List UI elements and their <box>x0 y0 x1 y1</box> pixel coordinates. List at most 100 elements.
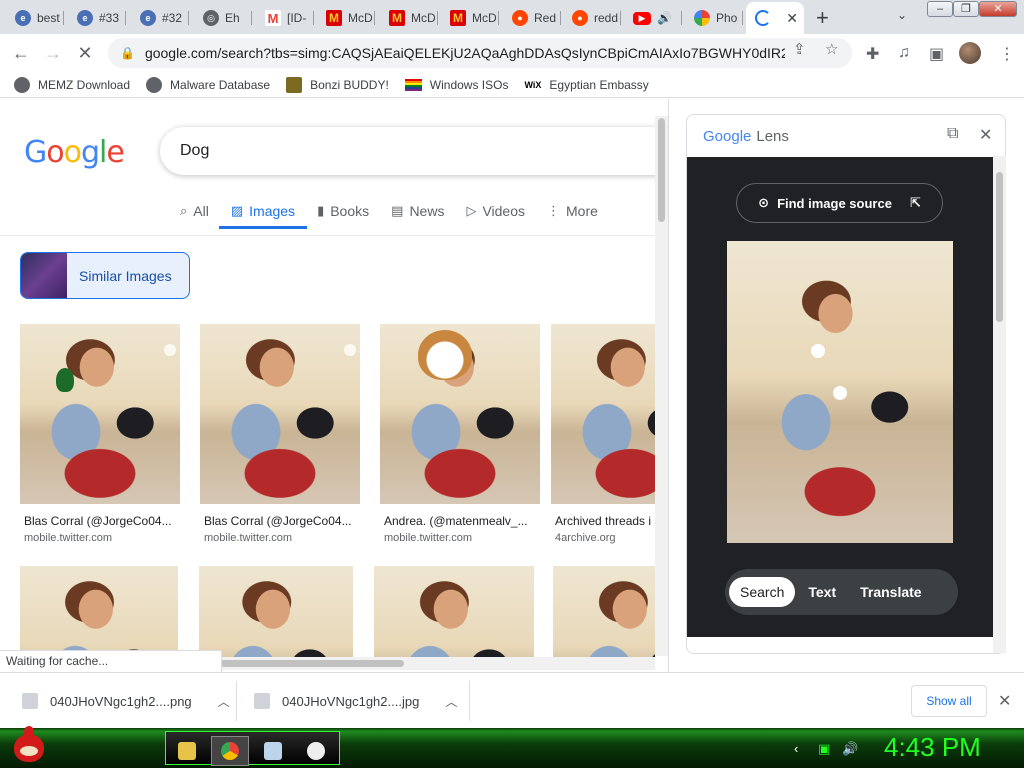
mode-text-button[interactable]: Text <box>797 577 847 607</box>
result-title[interactable]: Archived threads i <box>551 514 655 528</box>
window-close-icon[interactable]: ✕ <box>979 1 1017 17</box>
address-bar[interactable]: 🔒 google.com/search?tbs=simg:CAQSjAEaiQE… <box>108 38 852 68</box>
browser-tab[interactable]: M McD <box>317 4 375 32</box>
result-photo[interactable] <box>20 324 180 504</box>
image-result[interactable] <box>199 566 359 657</box>
result-photo[interactable] <box>20 566 178 657</box>
browser-tab-active[interactable]: ✕ <box>746 2 804 34</box>
image-result[interactable]: Archived threads i 4archive.org <box>551 324 655 544</box>
profile-avatar[interactable] <box>959 42 981 64</box>
share-icon[interactable]: ⇪ <box>793 40 806 58</box>
result-photo[interactable] <box>553 566 655 657</box>
result-photo[interactable] <box>374 566 534 657</box>
lock-icon[interactable]: 🔒 <box>120 46 135 60</box>
browser-tab[interactable]: M McD <box>380 4 438 32</box>
lens-selected-image[interactable] <box>727 241 953 543</box>
speaker-icon[interactable]: 🔊 <box>657 11 672 25</box>
minimize-icon[interactable]: – <box>927 1 953 17</box>
chevron-up-icon[interactable]: ︿ <box>218 693 230 710</box>
show-all-downloads-button[interactable]: Show all <box>911 685 987 717</box>
result-title[interactable]: Andrea. (@matenmealv_... <box>380 514 540 528</box>
file-explorer-icon[interactable] <box>168 736 206 766</box>
bookmark-star-icon[interactable]: ☆ <box>825 40 838 58</box>
result-title[interactable]: Blas Corral (@JorgeCo04... <box>20 514 180 528</box>
browser-tab[interactable]: ● Red <box>503 4 561 32</box>
download-item[interactable]: 040JHoVNgc1gh2....png ︿ <box>22 685 230 717</box>
bookmark-item[interactable]: Bonzi BUDDY! <box>286 76 389 93</box>
tab-label: Eh <box>225 11 240 25</box>
page-vertical-scrollbar[interactable] <box>655 116 668 656</box>
image-result[interactable] <box>20 566 180 657</box>
tab-news[interactable]: ▤ News <box>391 203 444 229</box>
find-image-source-button[interactable]: ⊙ Find image source ⇱ <box>736 183 943 223</box>
image-result[interactable]: Blas Corral (@JorgeCo04... mobile.twitte… <box>20 324 180 544</box>
result-title[interactable]: Blas Corral (@JorgeCo04... <box>200 514 360 528</box>
result-photo[interactable] <box>380 324 540 504</box>
result-photo[interactable] <box>200 324 360 504</box>
tab-close-icon[interactable]: ✕ <box>786 10 798 27</box>
tab-videos[interactable]: ▷ Videos <box>466 203 525 229</box>
chrome-icon[interactable] <box>211 736 249 766</box>
tab-more[interactable]: ⋮ More <box>547 203 598 229</box>
open-in-new-tab-icon[interactable]: ⧉ <box>947 125 958 143</box>
scrollbar-thumb[interactable] <box>220 660 404 667</box>
download-item[interactable]: 040JHoVNgc1gh2....jpg ︿ <box>254 685 457 717</box>
side-panel-icon[interactable]: ▣ <box>929 44 944 64</box>
close-downloads-icon[interactable]: ✕ <box>998 691 1011 711</box>
mode-translate-button[interactable]: Translate <box>849 577 932 607</box>
image-result[interactable] <box>553 566 655 657</box>
scrollbar-thumb[interactable] <box>658 118 665 222</box>
search-tabs: ⌕ All ▨ Images ▮ Books ▤ News ▷ Videos ⋮ More <box>180 203 598 229</box>
page-horizontal-scrollbar[interactable] <box>220 657 655 670</box>
forward-icon[interactable]: → <box>40 40 66 66</box>
tab-all[interactable]: ⌕ All <box>180 203 209 229</box>
close-icon[interactable]: ✕ <box>979 125 992 145</box>
browser-tab[interactable]: e best <box>6 4 64 32</box>
result-photo[interactable] <box>199 566 353 657</box>
bookmark-item[interactable]: MEMZ Download <box>14 76 130 93</box>
image-search-icon: ⊙ <box>758 195 770 210</box>
network-icon[interactable]: ▣ <box>818 741 830 757</box>
browser-tab[interactable]: Pho <box>685 4 743 32</box>
menu-kebab-icon[interactable]: ⋮ <box>999 44 1015 64</box>
scrollbar-thumb[interactable] <box>996 172 1003 322</box>
download-divider <box>469 681 470 721</box>
tab-books[interactable]: ▮ Books <box>317 203 369 229</box>
browser-tab[interactable]: e #33 <box>68 4 126 32</box>
image-result[interactable]: Blas Corral (@JorgeCo04... mobile.twitte… <box>200 324 360 544</box>
browser-tab[interactable]: ▶ 🔊 <box>624 4 682 32</box>
back-icon[interactable]: ← <box>8 40 34 66</box>
browser-tab[interactable]: e #32 <box>131 4 189 32</box>
lens-focus-dot[interactable] <box>811 344 825 358</box>
image-result[interactable] <box>374 566 534 657</box>
browser-tab[interactable]: M [ID- <box>256 4 314 32</box>
chevron-up-icon[interactable]: ︿ <box>445 693 457 710</box>
new-tab-icon[interactable]: + <box>816 5 829 31</box>
search-input[interactable]: Dog <box>160 127 655 175</box>
google-logo[interactable]: Google <box>24 135 125 170</box>
similar-images-chip[interactable]: Similar Images <box>20 252 190 299</box>
browser-tab[interactable]: ◎ Eh <box>194 4 252 32</box>
lens-scrollbar[interactable] <box>993 156 1006 653</box>
show-hidden-icons[interactable]: ‹ <box>794 741 798 756</box>
browser-tab[interactable]: ● redd <box>563 4 621 32</box>
lens-focus-dot[interactable] <box>833 386 847 400</box>
result-photo[interactable] <box>551 324 655 504</box>
start-button[interactable] <box>8 724 48 768</box>
bookmark-item[interactable]: Windows ISOs <box>404 78 508 92</box>
notepad-icon[interactable] <box>254 736 292 766</box>
mode-search-button[interactable]: Search <box>729 577 796 607</box>
image-result[interactable]: Andrea. (@matenmealv_... mobile.twitter.… <box>380 324 540 544</box>
stop-loading-icon[interactable]: ✕ <box>72 40 98 66</box>
extensions-icon[interactable]: ✚ <box>866 44 879 64</box>
taskbar-clock[interactable]: 4:43 PM <box>884 732 981 763</box>
browser-tab[interactable]: M McD <box>441 4 499 32</box>
restore-icon[interactable]: ❐ <box>953 1 979 17</box>
bookmark-item[interactable]: Malware Database <box>146 76 270 93</box>
volume-icon[interactable]: 🔊 <box>842 741 858 757</box>
tab-images[interactable]: ▨ Images <box>218 203 308 229</box>
bookmark-item[interactable]: WiX Egyptian Embassy <box>524 78 648 92</box>
tab-search-chevron-icon[interactable]: ⌄ <box>897 8 907 22</box>
media-control-icon[interactable]: ♫ <box>898 44 910 62</box>
paint-icon[interactable] <box>297 736 335 766</box>
